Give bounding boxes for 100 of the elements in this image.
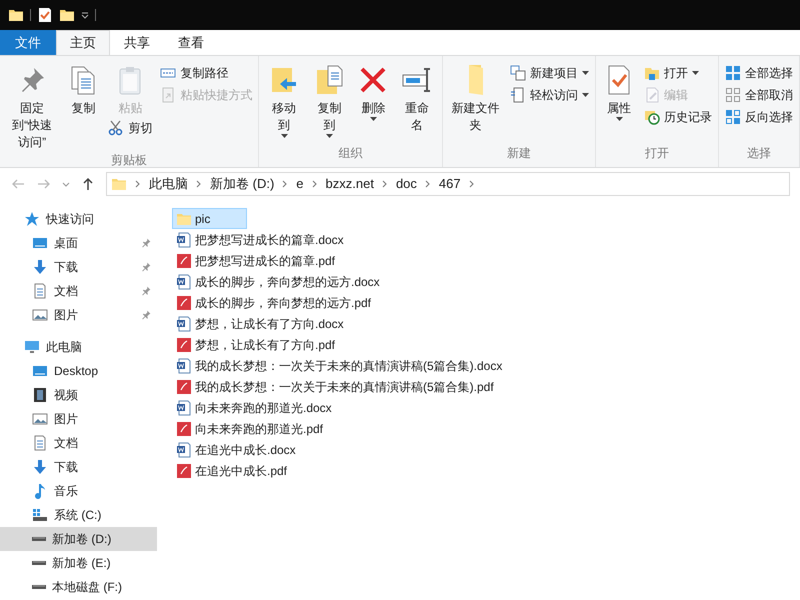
- file-tab[interactable]: 文件: [0, 30, 56, 55]
- document-icon: [510, 87, 526, 103]
- file-item[interactable]: 向未来奔跑的那道光.pdf: [172, 418, 326, 439]
- ribbon-button[interactable]: 重命名: [395, 62, 440, 134]
- ribbon-tab[interactable]: 主页: [56, 30, 110, 55]
- open-folder-icon: [644, 65, 660, 81]
- group-label: 新建: [506, 145, 532, 162]
- folder-icon: [111, 176, 127, 192]
- breadcrumb[interactable]: 新加卷 (D:): [210, 174, 274, 194]
- nav-item[interactable]: 文档: [0, 279, 157, 303]
- new-item-icon: [510, 65, 526, 81]
- word-document-icon: [176, 358, 192, 374]
- star-icon: [24, 211, 40, 227]
- ribbon-tab[interactable]: 共享: [110, 30, 164, 55]
- chevron-icon: [382, 180, 388, 188]
- folder-icon: [59, 7, 75, 23]
- ribbon-button[interactable]: 全部取消: [722, 84, 796, 106]
- file-item[interactable]: 成长的脚步，奔向梦想的远方.docx: [172, 271, 383, 292]
- nav-item[interactable]: 文档: [0, 431, 157, 455]
- word-document-icon: [176, 400, 192, 416]
- invert-selection-icon: [725, 109, 741, 125]
- breadcrumb[interactable]: 此电脑: [149, 174, 188, 194]
- nav-item[interactable]: 快速访问: [0, 207, 157, 231]
- ribbon-button[interactable]: 移动到: [262, 62, 306, 138]
- address-bar[interactable]: 此电脑 新加卷 (D:) e bzxz.net doc 467: [106, 172, 790, 196]
- ribbon-button[interactable]: 打开: [641, 62, 715, 84]
- ribbon-button[interactable]: 删除: [353, 62, 394, 121]
- nav-item[interactable]: 系统 (C:): [0, 503, 157, 527]
- properties-icon: [37, 7, 53, 23]
- caret-icon: [81, 11, 89, 19]
- file-item[interactable]: 我的成长梦想：一次关于未来的真情演讲稿(5篇合集).pdf: [172, 376, 497, 397]
- nav-item[interactable]: 图片: [0, 407, 157, 431]
- nav-item[interactable]: 桌面: [0, 231, 157, 255]
- file-item[interactable]: 我的成长梦想：一次关于未来的真情演讲稿(5篇合集).docx: [172, 355, 506, 376]
- file-item[interactable]: 在追光中成长.docx: [172, 439, 299, 460]
- nav-item[interactable]: 下载: [0, 255, 157, 279]
- picture-icon: [32, 411, 48, 427]
- pdf-icon: [176, 336, 192, 352]
- chevron-icon: [312, 180, 318, 188]
- download-icon: [32, 259, 48, 275]
- nav-item[interactable]: 音乐: [0, 479, 157, 503]
- shortcut-icon: [160, 87, 176, 103]
- file-item[interactable]: 在追光中成长.pdf: [172, 460, 290, 481]
- breadcrumb[interactable]: bzxz.net: [326, 174, 374, 194]
- ribbon-button[interactable]: 属性: [599, 62, 639, 121]
- file-item[interactable]: 成长的脚步，奔向梦想的远方.pdf: [172, 292, 374, 313]
- download-icon: [32, 459, 48, 475]
- nav-item[interactable]: 下载: [0, 455, 157, 479]
- ribbon-button[interactable]: 反向选择: [722, 106, 796, 128]
- monitor-icon: [32, 363, 48, 379]
- edit-icon: [644, 87, 660, 103]
- system-drive-icon: [32, 507, 48, 523]
- ribbon-button[interactable]: 复制路径: [157, 62, 256, 84]
- chevron-icon: [196, 180, 202, 188]
- file-item[interactable]: 把梦想写进成长的篇章.docx: [172, 229, 347, 250]
- pdf-icon: [176, 420, 192, 436]
- drive-icon: [32, 537, 46, 541]
- select-all-icon: [725, 65, 741, 81]
- word-document-icon: [176, 442, 192, 458]
- chevron-icon: [282, 180, 288, 188]
- file-item[interactable]: 向未来奔跑的那道光.docx: [172, 397, 335, 418]
- ribbon-button[interactable]: 剪切: [105, 117, 156, 139]
- file-item[interactable]: pic: [172, 208, 248, 229]
- ribbon-button[interactable]: 新建项目: [507, 62, 592, 84]
- group-label: 打开: [644, 145, 670, 162]
- caret-icon: [62, 180, 70, 188]
- ribbon-button[interactable]: 历史记录: [641, 106, 715, 128]
- pdf-icon: [176, 294, 192, 310]
- ribbon-tab[interactable]: 查看: [164, 30, 218, 55]
- file-item[interactable]: 梦想，让成长有了方向.pdf: [172, 334, 338, 355]
- nav-item[interactable]: 图片: [0, 303, 157, 327]
- folder-icon: [468, 65, 482, 95]
- scissors-icon: [108, 120, 124, 136]
- drive-icon: [32, 585, 46, 589]
- ribbon-button[interactable]: 固定到“快速访问”: [3, 62, 62, 151]
- breadcrumb[interactable]: doc: [396, 174, 417, 194]
- ribbon-button[interactable]: 轻松访问: [507, 84, 592, 106]
- nav-item[interactable]: 此电脑: [0, 335, 157, 359]
- file-item[interactable]: 梦想，让成长有了方向.docx: [172, 313, 347, 334]
- chevron-icon: [424, 180, 431, 188]
- nav-item[interactable]: 视频: [0, 383, 157, 407]
- nav-item[interactable]: 新加卷 (E:): [0, 551, 157, 575]
- pdf-icon: [176, 252, 192, 268]
- nav-item[interactable]: 本地磁盘 (F:): [0, 575, 157, 599]
- ribbon-button[interactable]: 新建文件夹: [446, 62, 505, 134]
- pdf-icon: [176, 462, 192, 478]
- group-label: 剪贴板: [110, 152, 148, 169]
- film-icon: [32, 387, 48, 403]
- document-icon: [32, 435, 48, 451]
- breadcrumb[interactable]: 467: [438, 174, 461, 194]
- nav-item[interactable]: Desktop: [0, 359, 157, 383]
- breadcrumb[interactable]: e: [296, 174, 304, 194]
- ribbon-button[interactable]: 全部选择: [722, 62, 796, 84]
- file-item[interactable]: 把梦想写进成长的篇章.pdf: [172, 250, 338, 271]
- picture-icon: [32, 307, 48, 323]
- history-icon: [644, 109, 660, 125]
- ribbon-button[interactable]: 复制到: [308, 62, 352, 138]
- nav-item[interactable]: 新加卷 (D:): [0, 527, 157, 551]
- ribbon-button[interactable]: 复制: [63, 62, 104, 117]
- music-note-icon: [32, 483, 48, 499]
